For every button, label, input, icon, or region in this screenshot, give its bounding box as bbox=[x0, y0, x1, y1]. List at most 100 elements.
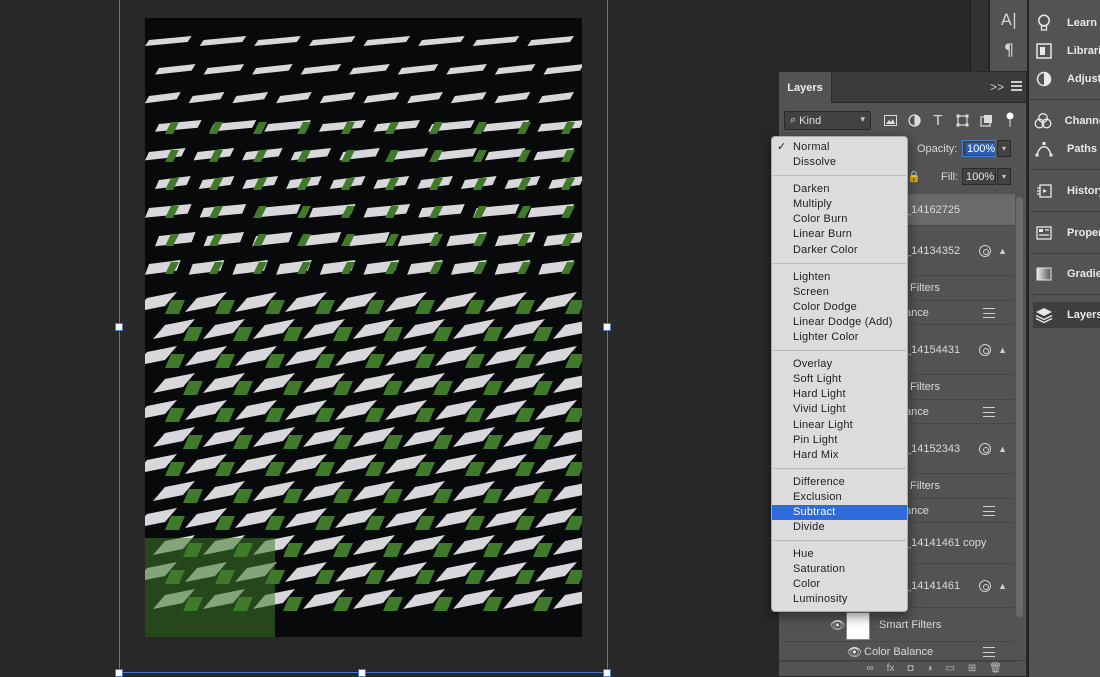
blend-mode-option[interactable]: Hard Mix bbox=[772, 448, 907, 463]
dock-layers[interactable]: Layers bbox=[1033, 302, 1100, 328]
blend-mode-label: Screen bbox=[793, 285, 830, 298]
blend-mode-option[interactable]: Color bbox=[772, 577, 907, 592]
blend-mode-option[interactable]: Linear Light bbox=[772, 418, 907, 433]
blend-mode-option[interactable]: Saturation bbox=[772, 562, 907, 577]
transform-handle-bottom-left[interactable] bbox=[115, 669, 123, 677]
dock-properties[interactable]: Proper bbox=[1033, 220, 1100, 246]
blend-mode-option[interactable]: Multiply bbox=[772, 197, 907, 212]
filter-smart-object-icon[interactable] bbox=[977, 111, 995, 129]
blend-mode-option[interactable]: Lighter Color bbox=[772, 330, 907, 345]
transform-handle-bottom-center[interactable] bbox=[358, 669, 366, 677]
opacity-dropdown[interactable]: ▾ bbox=[997, 140, 1011, 157]
link-icon[interactable]: ∞ bbox=[866, 663, 873, 674]
blend-mode-option[interactable]: Lighten bbox=[772, 270, 907, 285]
lock-icon[interactable]: 🔒 bbox=[907, 170, 921, 183]
dock-libraries[interactable]: Librari bbox=[1033, 38, 1100, 64]
blend-mode-option[interactable]: Color Dodge bbox=[772, 300, 907, 315]
filter-options-icon[interactable] bbox=[983, 307, 995, 318]
blend-mode-label: Overlay bbox=[793, 358, 833, 371]
blend-mode-option[interactable]: Vivid Light bbox=[772, 402, 907, 417]
blend-mode-label: Vivid Light bbox=[793, 403, 846, 416]
panel-menu-icon[interactable] bbox=[1011, 81, 1022, 91]
eye-icon[interactable]: 👁 bbox=[830, 618, 845, 632]
blend-mode-option[interactable]: Soft Light bbox=[772, 372, 907, 387]
menu-separator bbox=[772, 170, 907, 182]
adjustments-icon bbox=[1033, 70, 1055, 88]
filter-toggle-icon[interactable] bbox=[1001, 111, 1019, 129]
blend-mode-option[interactable]: Hard Light bbox=[772, 387, 907, 402]
fill-field[interactable]: 100% bbox=[962, 168, 996, 185]
dock-separator bbox=[1031, 211, 1100, 212]
blend-mode-option[interactable]: Difference bbox=[772, 475, 907, 490]
dock-adjustments[interactable]: Adjust bbox=[1033, 66, 1100, 92]
filter-pixel-icon[interactable] bbox=[881, 111, 899, 129]
photoshop-window: A| ¶ Learn Librari Adjust Chann Paths Hi… bbox=[0, 0, 1100, 677]
blend-mode-option[interactable]: Overlay bbox=[772, 357, 907, 372]
filter-options-icon[interactable] bbox=[983, 646, 995, 657]
transform-handle-left[interactable] bbox=[115, 323, 123, 331]
chevron-up-icon[interactable]: ▲ bbox=[998, 246, 1007, 256]
blend-mode-option[interactable]: Darken bbox=[772, 182, 907, 197]
blend-mode-option[interactable]: Screen bbox=[772, 285, 907, 300]
filter-type-icon[interactable]: T bbox=[929, 111, 947, 129]
blend-mode-option[interactable]: Pin Light bbox=[772, 433, 907, 448]
filter-kind-select[interactable]: ⌕ Kind ▾ bbox=[784, 111, 871, 130]
layers-scrollbar[interactable] bbox=[1016, 197, 1023, 617]
blend-mode-option[interactable]: ✓ Normal bbox=[772, 140, 907, 155]
new-layer-icon[interactable]: ⊞ bbox=[968, 663, 976, 674]
menu-separator bbox=[772, 258, 907, 270]
tab-layers[interactable]: Layers bbox=[779, 72, 832, 103]
chevron-up-icon[interactable]: ▲ bbox=[998, 345, 1007, 355]
fx-icon[interactable]: fx bbox=[887, 663, 895, 674]
filter-shape-icon[interactable] bbox=[953, 111, 971, 129]
collapse-panel-icon[interactable]: >> bbox=[990, 80, 1004, 94]
blend-mode-option[interactable]: Subtract bbox=[772, 504, 907, 521]
paragraph-icon[interactable]: ¶ bbox=[990, 40, 1028, 59]
blend-mode-option[interactable]: Linear Dodge (Add) bbox=[772, 315, 907, 330]
smart-object-link-icon bbox=[979, 579, 991, 592]
chevron-up-icon[interactable]: ▲ bbox=[998, 444, 1007, 454]
transform-handle-right[interactable] bbox=[603, 323, 611, 331]
trash-icon[interactable]: 🗑 bbox=[989, 663, 1002, 674]
smart-filter-mask-thumbnail[interactable] bbox=[846, 612, 870, 640]
adjustment-icon[interactable]: ◑ bbox=[926, 663, 932, 674]
filter-options-icon[interactable] bbox=[983, 406, 995, 417]
libraries-icon bbox=[1033, 42, 1055, 60]
filter-effect-row[interactable]: 👁 Color Balance bbox=[779, 642, 1015, 662]
dock-gradients[interactable]: Gradie bbox=[1033, 261, 1100, 287]
blend-mode-option[interactable]: Exclusion bbox=[772, 490, 907, 505]
smart-filters-row[interactable]: 👁 Smart Filters bbox=[779, 608, 1015, 642]
folder-icon[interactable]: ▭ bbox=[945, 663, 954, 674]
blend-mode-option[interactable]: Luminosity bbox=[772, 592, 907, 607]
opacity-field[interactable]: 100% bbox=[962, 140, 997, 157]
blend-mode-option[interactable]: Color Burn bbox=[772, 212, 907, 227]
mask-icon[interactable]: ◘ bbox=[907, 663, 913, 674]
blend-mode-option[interactable]: Hue bbox=[772, 547, 907, 562]
layer-name: _14141461 bbox=[905, 579, 961, 592]
layer-name: _14134352 bbox=[905, 244, 961, 257]
blend-mode-option[interactable]: Darker Color bbox=[772, 243, 907, 258]
fill-dropdown[interactable]: ▾ bbox=[997, 168, 1011, 185]
blend-mode-label: Darken bbox=[793, 183, 830, 196]
character-icon[interactable]: A| bbox=[990, 10, 1028, 29]
smart-object-link-icon bbox=[979, 244, 991, 257]
eye-icon[interactable]: 👁 bbox=[847, 645, 862, 659]
smart-filters-label: Smart Filters bbox=[879, 618, 942, 631]
blend-mode-label: Saturation bbox=[793, 563, 846, 576]
blend-mode-option[interactable]: Linear Burn bbox=[772, 227, 907, 242]
filter-effect-label: ance bbox=[905, 504, 929, 517]
document-photo[interactable] bbox=[145, 18, 582, 637]
layers-icon bbox=[1033, 306, 1055, 324]
filter-options-icon[interactable] bbox=[983, 505, 995, 516]
filter-kind-label: Kind bbox=[799, 114, 822, 127]
blend-mode-option[interactable]: Divide bbox=[772, 520, 907, 535]
chevron-up-icon[interactable]: ▲ bbox=[998, 581, 1007, 591]
filter-adjustment-icon[interactable] bbox=[905, 111, 923, 129]
dock-learn[interactable]: Learn bbox=[1033, 10, 1100, 36]
dock-paths[interactable]: Paths bbox=[1033, 136, 1100, 162]
blend-mode-option[interactable]: Dissolve bbox=[772, 155, 907, 170]
dock-channels[interactable]: Channe bbox=[1033, 108, 1100, 134]
dock-properties-label: Proper bbox=[1067, 227, 1100, 239]
transform-handle-bottom-right[interactable] bbox=[603, 669, 611, 677]
dock-history[interactable]: History bbox=[1033, 178, 1100, 204]
